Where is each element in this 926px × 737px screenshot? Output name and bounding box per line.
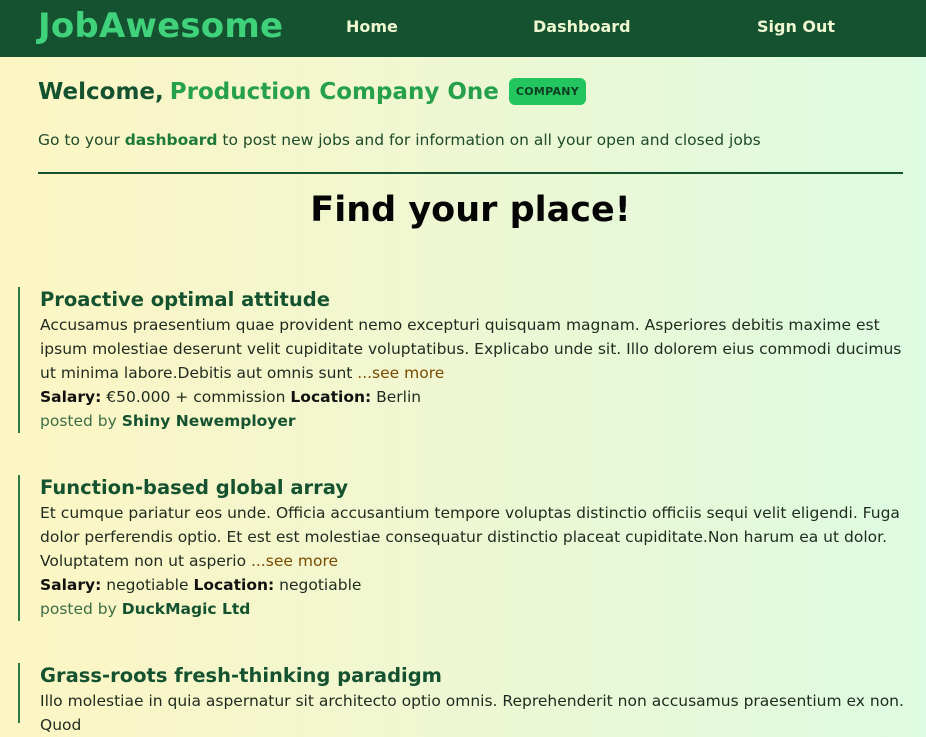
job-title-link[interactable]: Grass-roots fresh-thinking paradigm <box>40 663 918 689</box>
job-card: Function-based global array Et cumque pa… <box>18 475 918 621</box>
section-divider <box>38 172 903 174</box>
employer-link[interactable]: DuckMagic Ltd <box>122 600 251 618</box>
salary-label: Salary: <box>40 388 102 406</box>
welcome-intro: Go to your dashboard to post new jobs an… <box>38 131 761 149</box>
location-value: Berlin <box>371 388 422 406</box>
job-description-text: Illo molestiae in quia aspernatur sit ar… <box>40 692 904 734</box>
employer-link[interactable]: Shiny Newemployer <box>122 412 296 430</box>
salary-value: €50.000 + commission <box>101 388 291 406</box>
job-card: Grass-roots fresh-thinking paradigm Illo… <box>18 663 918 734</box>
job-description: Accusamus praesentium quae provident nem… <box>40 313 918 385</box>
salary-label: Salary: <box>40 576 102 594</box>
job-title-link[interactable]: Function-based global array <box>40 475 918 501</box>
location-label: Location: <box>290 388 372 406</box>
job-title-link[interactable]: Proactive optimal attitude <box>40 287 918 313</box>
see-more-link[interactable]: ...see more <box>357 364 444 382</box>
intro-dashboard-link[interactable]: dashboard <box>125 131 218 149</box>
nav-sign-out-link[interactable]: Sign Out <box>757 17 835 36</box>
role-badge: COMPANY <box>508 78 587 105</box>
posted-by: posted by DuckMagic Ltd <box>40 597 918 621</box>
location-label: Location: <box>193 576 275 594</box>
salary-value: negotiable <box>101 576 194 594</box>
nav-home-link[interactable]: Home <box>346 17 398 36</box>
welcome-heading: Welcome, Production Company One COMPANY <box>38 78 587 105</box>
job-meta: Salary: negotiable Location: negotiable <box>40 573 918 597</box>
job-description: Et cumque pariatur eos unde. Officia acc… <box>40 501 918 573</box>
posted-by: posted by Shiny Newemployer <box>40 409 918 433</box>
job-description-text: Accusamus praesentium quae provident nem… <box>40 316 902 382</box>
intro-text-after: to post new jobs and for information on … <box>217 131 761 149</box>
company-name: Production Company One <box>169 78 499 105</box>
intro-text-before: Go to your <box>38 131 125 149</box>
page-title: Find your place! <box>310 190 631 230</box>
posted-by-label: posted by <box>40 600 122 618</box>
job-card: Proactive optimal attitude Accusamus pra… <box>18 287 918 433</box>
welcome-prefix: Welcome, <box>38 78 164 105</box>
job-meta: Salary: €50.000 + commission Location: B… <box>40 385 918 409</box>
posted-by-label: posted by <box>40 412 122 430</box>
location-value: negotiable <box>274 576 362 594</box>
see-more-link[interactable]: ...see more <box>251 552 338 570</box>
job-description-text: Et cumque pariatur eos unde. Officia acc… <box>40 504 900 570</box>
job-description: Illo molestiae in quia aspernatur sit ar… <box>40 689 918 737</box>
brand-logo-link[interactable]: JobAwesome <box>38 6 283 46</box>
nav-dashboard-link[interactable]: Dashboard <box>533 17 631 36</box>
top-navbar: JobAwesome Home Dashboard Sign Out <box>0 0 926 57</box>
